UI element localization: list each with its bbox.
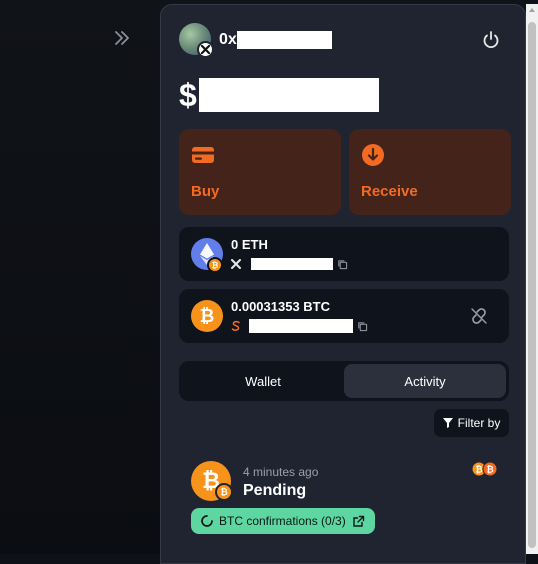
buy-label: Buy <box>191 183 220 200</box>
filter-label: Filter by <box>457 416 501 430</box>
arrow-down-circle-icon <box>362 144 384 166</box>
confirmations-label: BTC confirmations (0/3) <box>219 514 346 528</box>
eth-amount: 0 ETH <box>231 237 268 252</box>
svg-text:₿: ₿ <box>475 465 482 476</box>
scroll-up-arrow-icon[interactable] <box>529 8 535 12</box>
total-balance: $ <box>179 77 379 113</box>
copy-icon[interactable] <box>357 321 368 332</box>
tab-activity[interactable]: Activity <box>344 364 506 398</box>
unlink-icon[interactable] <box>469 306 489 326</box>
asset-row-eth[interactable]: ₿ 0 ETH <box>179 227 509 281</box>
transaction-status: Pending <box>243 482 307 499</box>
svg-text:₿: ₿ <box>486 465 493 476</box>
confirmations-badge[interactable]: BTC confirmations (0/3) <box>191 508 375 534</box>
wallet-panel: 0x $ Buy Receive ₿ 0 ETH ₿ 0.00031353 BT… <box>160 4 526 564</box>
view-tabs: Wallet Activity <box>179 361 509 401</box>
account-network-badge <box>197 41 214 58</box>
bitcoin-icon: ₿ <box>191 300 223 332</box>
cross-network-icon <box>231 259 241 269</box>
address-redacted <box>236 31 332 49</box>
filter-button[interactable]: Filter by <box>434 409 509 437</box>
external-link-icon <box>353 515 364 527</box>
balance-currency: $ <box>179 76 197 113</box>
power-icon <box>483 31 499 49</box>
bitcoin-badge-icon: ₿ <box>207 257 223 273</box>
disconnect-button[interactable] <box>480 29 502 51</box>
spinner-icon <box>201 515 213 527</box>
cross-network-icon <box>201 45 210 54</box>
scrollbar[interactable] <box>526 4 538 554</box>
expand-panel-button[interactable] <box>112 28 132 48</box>
credit-card-icon <box>192 147 214 163</box>
asset-row-btc[interactable]: ₿ 0.00031353 BTC <box>179 289 509 343</box>
tab-wallet[interactable]: Wallet <box>182 364 344 398</box>
network-pair-icon: ₿ ₿ <box>471 461 498 477</box>
sats-icon <box>231 320 240 331</box>
address-prefix: 0x <box>219 31 237 48</box>
double-chevron-right-icon <box>115 31 129 45</box>
copy-icon[interactable] <box>337 259 348 270</box>
eth-address-redacted <box>251 258 333 270</box>
balance-redacted <box>198 78 379 112</box>
receive-label: Receive <box>361 183 418 200</box>
receive-button[interactable]: Receive <box>349 129 511 215</box>
transaction-time: 4 minutes ago <box>243 465 319 479</box>
buy-button[interactable]: Buy <box>179 129 341 215</box>
btc-amount: 0.00031353 BTC <box>231 299 331 314</box>
filter-icon <box>442 418 453 428</box>
eth-address <box>231 257 348 271</box>
scrollbar-thumb[interactable] <box>528 22 536 548</box>
btc-address <box>231 319 368 333</box>
btc-address-redacted <box>249 319 353 333</box>
account-address[interactable]: 0x <box>219 31 332 49</box>
bitcoin-badge-icon: ₿ <box>215 483 233 501</box>
